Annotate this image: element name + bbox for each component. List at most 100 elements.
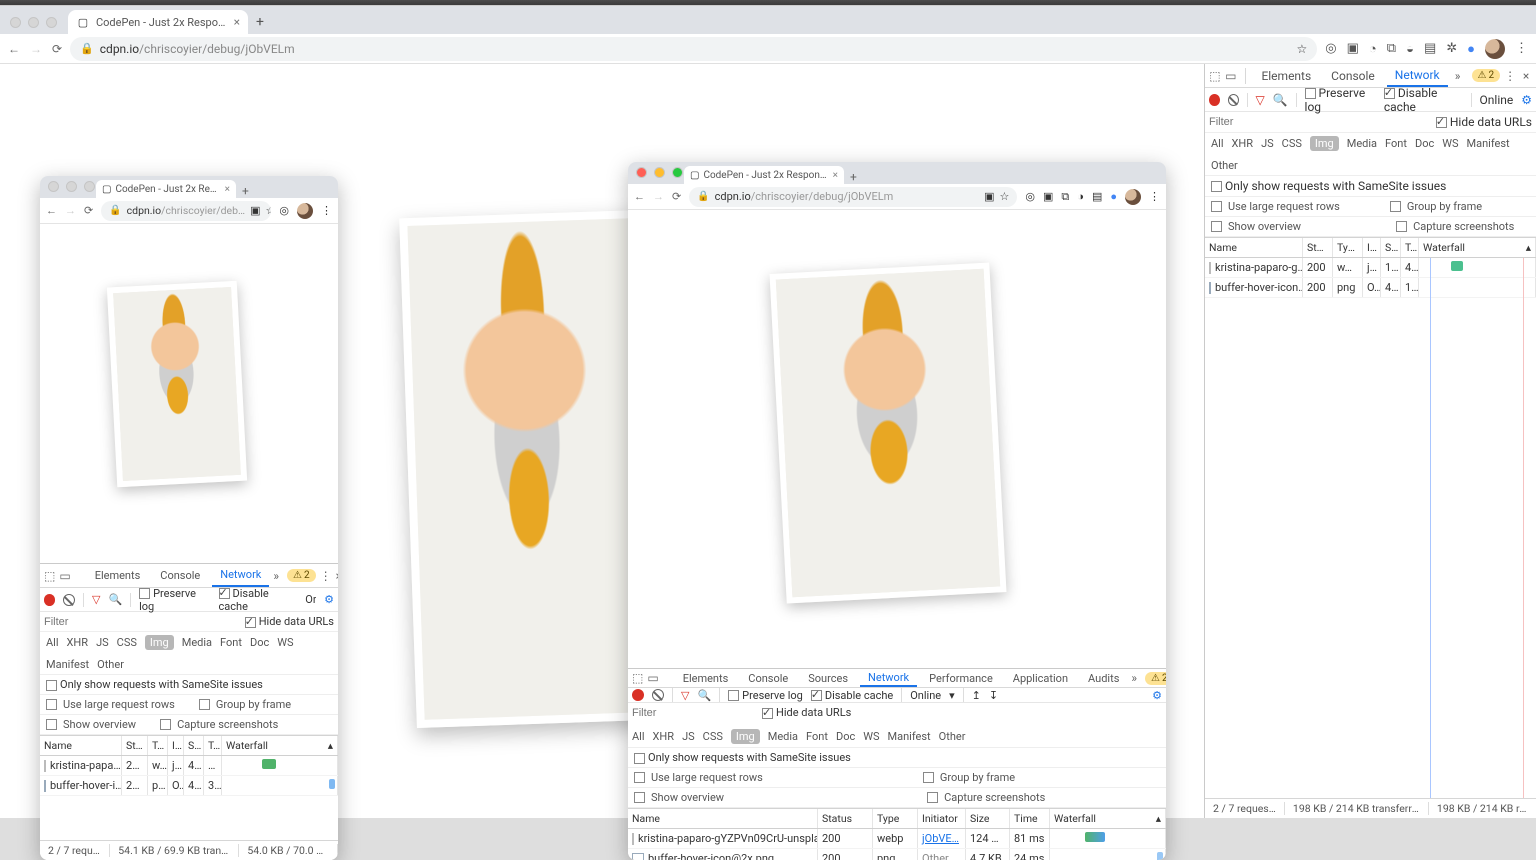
filter-pill[interactable]: XHR xyxy=(653,730,675,743)
forward-button[interactable]: → xyxy=(653,190,664,203)
close-devtools-button[interactable]: × xyxy=(336,567,338,585)
clear-button[interactable] xyxy=(63,594,75,606)
zoom-icon[interactable] xyxy=(84,181,95,192)
filter-pill[interactable]: Font xyxy=(220,636,242,649)
col-waterfall[interactable]: Waterfall▴ xyxy=(222,736,338,755)
forward-button[interactable]: → xyxy=(65,204,76,217)
warning-badge[interactable]: ⚠ 2 xyxy=(1145,672,1166,685)
capture-checkbox[interactable]: Capture screenshots xyxy=(1396,220,1514,233)
capture-checkbox[interactable]: Capture screenshots xyxy=(927,791,1045,804)
tab-console[interactable]: Console xyxy=(152,564,208,587)
filter-icon[interactable]: ▽ xyxy=(681,689,689,702)
disable-cache-checkbox[interactable]: Disable cache xyxy=(1384,86,1463,114)
col-name[interactable]: Name xyxy=(628,809,818,828)
col-initiator[interactable]: I… xyxy=(1363,238,1381,257)
filter-pill[interactable]: WS xyxy=(1442,137,1458,150)
settings-icon[interactable]: ⚙ xyxy=(1521,93,1532,107)
tab-network[interactable]: Network xyxy=(212,564,269,587)
tab-elements[interactable]: Elements xyxy=(87,564,149,587)
col-time[interactable]: T… xyxy=(204,736,222,755)
ext-icon[interactable]: ⧉ xyxy=(1387,41,1396,56)
group-frame-checkbox[interactable]: Group by frame xyxy=(923,771,1015,784)
device-icon[interactable]: ▭ xyxy=(1225,67,1237,85)
col-status[interactable]: Sta… xyxy=(1303,238,1333,257)
large-rows-checkbox[interactable]: Use large request rows xyxy=(634,771,763,784)
filter-pill[interactable]: Media xyxy=(182,636,212,649)
upload-icon[interactable]: ↥ xyxy=(972,689,981,702)
filter-icon[interactable]: ▽ xyxy=(1255,93,1264,107)
ext-icon[interactable]: ◎ xyxy=(1325,41,1336,56)
filter-pill[interactable]: CSS xyxy=(1282,137,1302,150)
back-button[interactable]: ← xyxy=(46,204,57,217)
new-tab-button[interactable]: + xyxy=(248,10,272,34)
device-icon[interactable]: ▭ xyxy=(59,567,70,585)
filter-pill[interactable]: Font xyxy=(806,730,828,743)
tab-elements[interactable]: Elements xyxy=(675,669,737,687)
table-header[interactable]: Name St… T… I… S… T… Waterfall▴ xyxy=(40,736,338,756)
close-tab-button[interactable]: × xyxy=(833,170,838,181)
filter-pill[interactable]: Media xyxy=(1347,137,1377,150)
large-rows-checkbox[interactable]: Use large request rows xyxy=(46,698,175,711)
show-overview-checkbox[interactable]: Show overview xyxy=(1211,220,1301,233)
warning-badge[interactable]: ⚠ 2 xyxy=(1472,69,1501,82)
filter-pill[interactable]: Other xyxy=(939,730,966,743)
table-row[interactable]: kristina-paparo-g… 200 w… j… 1… 4… xyxy=(1205,258,1536,278)
record-button[interactable] xyxy=(632,689,644,701)
zoom-window-button[interactable] xyxy=(46,17,57,28)
filter-pill[interactable]: All xyxy=(46,636,59,649)
menu-button[interactable] xyxy=(321,204,332,217)
ext-icon[interactable]: ◑ xyxy=(1077,190,1084,203)
download-icon[interactable]: ↧ xyxy=(989,689,998,702)
capture-checkbox[interactable]: Capture screenshots xyxy=(160,718,278,731)
filter-pill[interactable]: Doc xyxy=(250,636,269,649)
inspect-icon[interactable]: ⬚ xyxy=(632,669,643,687)
profile-avatar[interactable] xyxy=(1485,39,1505,59)
star-icon[interactable]: ☆ xyxy=(1000,190,1010,203)
filter-pill[interactable]: Other xyxy=(1211,159,1238,172)
clear-button[interactable] xyxy=(652,689,664,701)
col-time[interactable]: Time xyxy=(1010,809,1050,828)
window-controls[interactable] xyxy=(10,17,57,28)
filter-pill[interactable]: CSS xyxy=(703,730,723,743)
star-icon[interactable]: ☆ xyxy=(1297,42,1308,56)
inspect-icon[interactable]: ⬚ xyxy=(44,567,55,585)
table-row[interactable]: buffer-hover-icon… 200 png O… 4… 1… xyxy=(1205,278,1536,298)
col-initiator[interactable]: Initiator xyxy=(918,809,966,828)
devtools-menu-button[interactable] xyxy=(320,567,332,585)
filter-pill[interactable]: JS xyxy=(682,730,695,743)
reload-button[interactable]: ⟳ xyxy=(84,204,93,217)
minimize-window-button[interactable] xyxy=(28,17,39,28)
samesite-checkbox[interactable]: Only show requests with SameSite issues xyxy=(1211,179,1446,193)
table-row[interactable]: buffer-hover-icon@2x.png 200 png Other 4… xyxy=(628,849,1166,860)
col-size[interactable]: Size xyxy=(966,809,1010,828)
filter-pill[interactable]: Manifest xyxy=(46,658,89,671)
address-bar[interactable]: 🔒 cdpn.io/chriscoyier/deb… ▣ ☆ xyxy=(101,201,271,221)
filter-pill[interactable]: Doc xyxy=(836,730,855,743)
group-frame-checkbox[interactable]: Group by frame xyxy=(1390,200,1482,213)
back-button[interactable]: ← xyxy=(8,42,20,56)
back-button[interactable]: ← xyxy=(634,190,645,203)
close-icon[interactable] xyxy=(636,167,647,178)
more-tabs-icon[interactable]: » xyxy=(273,567,279,585)
col-waterfall[interactable]: Waterfall▴ xyxy=(1419,238,1536,257)
large-rows-checkbox[interactable]: Use large request rows xyxy=(1211,200,1340,213)
menu-button[interactable] xyxy=(1149,190,1160,203)
record-button[interactable] xyxy=(1209,94,1220,106)
new-tab-button[interactable]: + xyxy=(844,170,863,184)
samesite-checkbox[interactable]: Only show requests with SameSite issues xyxy=(634,751,851,764)
search-icon[interactable]: 🔍 xyxy=(108,593,122,606)
table-header[interactable]: Name Sta… Type I… S… T… Waterfall▴ xyxy=(1205,238,1536,258)
star-icon[interactable]: ☆ xyxy=(265,204,271,217)
col-type[interactable]: Type xyxy=(1333,238,1363,257)
inspect-icon[interactable]: ⬚ xyxy=(1209,67,1221,85)
browser-tab[interactable]: ▢ CodePen - Just 2x Responsive I… × xyxy=(68,10,248,34)
ext-icon[interactable]: ▤ xyxy=(1424,41,1436,56)
col-type[interactable]: T… xyxy=(148,736,168,755)
tab-application[interactable]: Application xyxy=(1005,669,1076,687)
clear-button[interactable] xyxy=(1228,94,1239,106)
filter-pill[interactable]: XHR xyxy=(67,636,89,649)
filter-input[interactable] xyxy=(632,707,752,719)
filter-pill[interactable]: XHR xyxy=(1232,137,1254,150)
zoom-icon[interactable] xyxy=(672,167,683,178)
ext-icon[interactable]: ▣ xyxy=(1347,41,1359,56)
